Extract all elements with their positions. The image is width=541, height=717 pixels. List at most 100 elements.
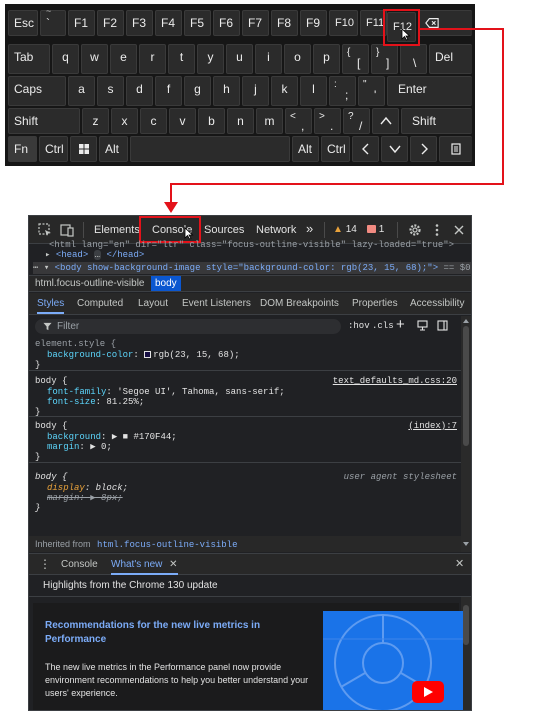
key-label: x — [121, 114, 128, 128]
property-value: ▶ 8px; — [90, 493, 123, 503]
tab-dom-breakpoints[interactable]: DOM Breakpoints — [260, 293, 339, 314]
kebab-menu-icon[interactable] — [429, 222, 445, 238]
key-label: ? — [348, 111, 354, 122]
settings-gear-icon[interactable] — [407, 222, 423, 238]
key-label: Alt — [298, 142, 313, 156]
whats-new-label: What's new — [111, 559, 163, 570]
rule-declaration[interactable]: margin: ▶ 0; — [47, 442, 112, 453]
close-drawer-icon[interactable]: ✕ — [455, 554, 464, 575]
key-g: g — [184, 76, 211, 106]
f12-highlight-box — [383, 9, 420, 46]
key-label: , — [301, 119, 305, 133]
card-body: The new live metrics in the Performance … — [45, 662, 309, 698]
tab-properties[interactable]: Properties — [352, 293, 398, 314]
rule-source-link[interactable]: (index):7 — [408, 421, 457, 432]
computed-styles-icon[interactable] — [417, 320, 428, 331]
new-style-rule-icon[interactable]: + — [396, 317, 405, 333]
hov-button[interactable]: :hov — [348, 316, 370, 336]
key-label: F10 — [335, 17, 354, 29]
styles-rules-pane: element.style { background-color: rgb(23… — [29, 337, 461, 547]
key-quote: " ' — [358, 76, 385, 106]
expand-triangle-icon[interactable]: ▸ — [45, 250, 50, 260]
color-swatch[interactable] — [144, 351, 152, 358]
key-label: : — [334, 79, 337, 90]
connector-line-vertical-right — [502, 28, 504, 185]
key-arrow-left — [352, 136, 379, 162]
inspect-element-icon[interactable] — [37, 222, 53, 238]
key-label: a — [78, 82, 85, 96]
scrollbar-thumb[interactable] — [463, 605, 469, 645]
toggle-sidebar-icon[interactable] — [437, 320, 448, 331]
drawer-tab-console[interactable]: Console — [61, 554, 98, 575]
key-label: v — [179, 114, 186, 128]
key-e: e — [110, 44, 137, 74]
key-label: [ — [357, 56, 361, 70]
tab-accessibility[interactable]: Accessibility — [410, 293, 464, 314]
key-semicolon: :; — [329, 76, 356, 106]
tab-computed[interactable]: Computed — [77, 293, 123, 314]
tab-event-listeners[interactable]: Event Listeners — [182, 293, 251, 314]
key-caps: Caps — [8, 76, 66, 106]
key-label: y — [207, 50, 214, 64]
key-label: o — [294, 50, 301, 64]
key-label: n — [237, 114, 244, 128]
device-toolbar-icon[interactable] — [59, 222, 75, 238]
rule-declaration[interactable]: font-size: 81.25%; — [47, 397, 144, 408]
drawer-tabs: ⋮ Console What's new ✕ ✕ — [29, 553, 471, 575]
key-label: F4 — [161, 16, 176, 30]
cls-button[interactable]: .cls — [372, 316, 394, 336]
key-l: l — [300, 76, 327, 106]
toolbar-separator — [397, 222, 398, 238]
breadcrumb-html[interactable]: html.focus-outline-visible — [31, 276, 149, 291]
scrollbar-thumb[interactable] — [463, 326, 469, 446]
drawer-menu-icon[interactable]: ⋮ — [39, 556, 51, 572]
key-alt-left: Alt — [99, 136, 128, 162]
scroll-down-arrow-icon[interactable] — [463, 542, 469, 546]
arrow-left-icon — [353, 137, 378, 161]
youtube-play-icon[interactable] — [412, 681, 444, 703]
property-name: display — [47, 483, 85, 493]
tab-styles[interactable]: Styles — [37, 293, 65, 314]
key-label: k — [281, 82, 288, 96]
head-element-line[interactable]: ▸ <head> … </head> — [45, 249, 144, 261]
key-backtick: ` ~ — [40, 6, 66, 36]
rule-source-label: user agent stylesheet — [343, 472, 457, 482]
key-b: b — [198, 108, 225, 134]
body-element-line[interactable]: ⋯ ▾ <body show-background-image style="b… — [33, 262, 471, 274]
close-tab-icon[interactable]: ✕ — [169, 559, 177, 570]
breadcrumb-body[interactable]: body — [151, 276, 181, 291]
head-close-tag: </head> — [106, 250, 145, 260]
drawer-tab-whats-new[interactable]: What's new ✕ — [111, 554, 178, 575]
key-label: s — [107, 82, 114, 96]
key-label: . — [330, 119, 334, 133]
key-label: Shift — [14, 114, 39, 128]
style-rule-element-style: element.style { background-color: rgb(23… — [29, 337, 461, 371]
inherited-element-link[interactable]: html.focus-outline-visible — [97, 540, 237, 550]
key-label: h — [223, 82, 230, 96]
key-label: Shift — [412, 114, 437, 128]
key-label: ] — [386, 56, 390, 70]
key-o: o — [284, 44, 311, 74]
rule-source-link[interactable]: text_defaults_md.css:20 — [333, 376, 457, 387]
styles-scrollbar[interactable] — [461, 316, 471, 552]
video-thumbnail[interactable] — [323, 611, 463, 710]
key-p: p — [313, 44, 340, 74]
key-f8: F8 — [271, 10, 298, 36]
scroll-up-arrow-icon[interactable] — [463, 319, 469, 323]
close-devtools-icon[interactable] — [451, 222, 467, 238]
rule-close-brace: } — [35, 360, 41, 370]
key-tab: Tab — [8, 44, 50, 74]
rule-selector: body { — [35, 376, 68, 386]
key-f7: F7 — [242, 10, 269, 36]
style-rule-body-text-defaults: body { text_defaults_md.css:20 font-fami… — [29, 372, 461, 417]
collapsed-ellipsis[interactable]: … — [93, 250, 102, 260]
key-label: d — [136, 82, 143, 96]
card-title[interactable]: Recommendations for the new live metrics… — [45, 619, 315, 647]
tab-layout[interactable]: Layout — [138, 293, 168, 314]
filter-input[interactable]: Filter — [35, 319, 341, 334]
feature-card[interactable]: Recommendations for the new live metrics… — [33, 603, 463, 710]
warning-icon: ▲ — [333, 224, 343, 235]
key-label: c — [150, 114, 157, 128]
key-f10: F10 — [329, 10, 358, 36]
rule-declaration[interactable]: background-color: rgb(23, 15, 68); — [47, 350, 240, 361]
